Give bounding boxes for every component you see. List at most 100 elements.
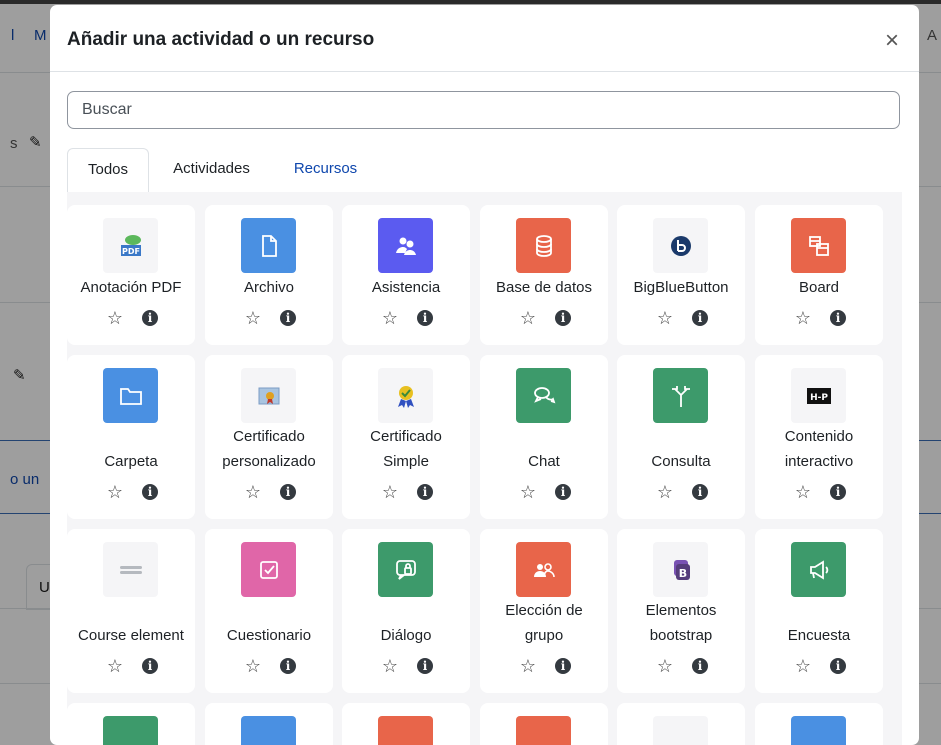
svg-text:H-P: H-P bbox=[810, 393, 828, 403]
info-icon[interactable]: i bbox=[555, 658, 571, 674]
activity-card[interactable] bbox=[617, 703, 745, 745]
activity-card[interactable] bbox=[205, 703, 333, 745]
info-icon[interactable]: i bbox=[417, 658, 433, 674]
activity-card[interactable]: B Elementos bootstrap ☆ i bbox=[617, 529, 745, 693]
star-icon[interactable]: ☆ bbox=[792, 481, 814, 503]
star-icon[interactable]: ☆ bbox=[104, 307, 126, 329]
activity-card-actions: ☆ i bbox=[617, 307, 745, 329]
activity-card-label-line: grupo bbox=[524, 627, 564, 644]
star-icon[interactable]: ☆ bbox=[242, 481, 264, 503]
activity-card[interactable]: Encuesta ☆ i bbox=[755, 529, 883, 693]
bigbluebutton-icon bbox=[653, 218, 708, 273]
info-icon[interactable]: i bbox=[280, 658, 296, 674]
activity-card[interactable]: Elección de grupo ☆ i bbox=[480, 529, 608, 693]
activity-card-label: Encuesta bbox=[787, 627, 851, 644]
info-icon[interactable]: i bbox=[142, 484, 158, 500]
activity-card[interactable]: Base de datos ☆ i bbox=[480, 205, 608, 345]
search-input[interactable] bbox=[67, 91, 900, 129]
info-icon[interactable]: i bbox=[142, 310, 158, 326]
activity-card-actions: ☆ i bbox=[205, 307, 333, 329]
star-icon[interactable]: ☆ bbox=[517, 307, 539, 329]
activity-card[interactable]: H-P Contenido interactivo ☆ i bbox=[755, 355, 883, 519]
info-icon[interactable]: i bbox=[280, 484, 296, 500]
activity-card-label-line: personalizado bbox=[222, 453, 316, 470]
activity-card-actions: ☆ i bbox=[617, 481, 745, 503]
database-icon bbox=[516, 218, 571, 273]
activity-card-actions: ☆ i bbox=[480, 481, 608, 503]
activity-card-actions: ☆ i bbox=[205, 481, 333, 503]
activity-card-actions: ☆ i bbox=[342, 655, 470, 677]
activity-card[interactable]: Certificado Simple ☆ i bbox=[342, 355, 470, 519]
activity-card-actions: ☆ i bbox=[755, 307, 883, 329]
activity-card[interactable]: Asistencia ☆ i bbox=[342, 205, 470, 345]
info-icon[interactable]: i bbox=[830, 484, 846, 500]
bootstrap-icon: B bbox=[653, 542, 708, 597]
activity-card-actions: ☆ i bbox=[617, 655, 745, 677]
activity-card[interactable]: Certificado personalizado ☆ i bbox=[205, 355, 333, 519]
activity-card[interactable]: Cuestionario ☆ i bbox=[205, 529, 333, 693]
h5p-icon: H-P bbox=[791, 368, 846, 423]
star-icon[interactable]: ☆ bbox=[654, 655, 676, 677]
info-icon[interactable]: i bbox=[830, 310, 846, 326]
activity-card-label-line: interactivo bbox=[784, 453, 854, 470]
activity-card-label: Anotación PDF bbox=[80, 279, 182, 296]
activity-card[interactable]: Archivo ☆ i bbox=[205, 205, 333, 345]
activity-card-label: BigBlueButton bbox=[633, 279, 729, 296]
activity-card[interactable] bbox=[67, 703, 195, 745]
star-icon[interactable]: ☆ bbox=[654, 307, 676, 329]
star-icon[interactable]: ☆ bbox=[379, 481, 401, 503]
star-icon[interactable]: ☆ bbox=[104, 481, 126, 503]
activity-card[interactable]: Diálogo ☆ i bbox=[342, 529, 470, 693]
activity-card[interactable]: BigBlueButton ☆ i bbox=[617, 205, 745, 345]
activity-card-actions: ☆ i bbox=[67, 481, 195, 503]
file-icon bbox=[241, 218, 296, 273]
info-icon[interactable]: i bbox=[692, 310, 708, 326]
activity-card-label: Diálogo bbox=[380, 627, 432, 644]
board-icon bbox=[791, 218, 846, 273]
activity-card[interactable]: Board ☆ i bbox=[755, 205, 883, 345]
activity-card[interactable] bbox=[755, 703, 883, 745]
activity-grid: PDF Anotación PDF ☆ i Archivo ☆ i Asistencia ☆ i B… bbox=[67, 192, 902, 745]
activity-icon bbox=[791, 716, 846, 745]
activity-card-label: Elementos bootstrap bbox=[621, 598, 741, 648]
activity-card-label: Chat bbox=[528, 453, 560, 470]
tab-recursos[interactable]: Recursos bbox=[274, 148, 377, 192]
info-icon[interactable]: i bbox=[280, 310, 296, 326]
info-icon[interactable]: i bbox=[692, 484, 708, 500]
star-icon[interactable]: ☆ bbox=[654, 481, 676, 503]
activity-card[interactable]: Chat ☆ i bbox=[480, 355, 608, 519]
tab-bar: Todos Actividades Recursos bbox=[67, 148, 902, 193]
info-icon[interactable]: i bbox=[555, 484, 571, 500]
star-icon[interactable]: ☆ bbox=[242, 307, 264, 329]
activity-card[interactable]: PDF Anotación PDF ☆ i bbox=[67, 205, 195, 345]
star-icon[interactable]: ☆ bbox=[379, 655, 401, 677]
star-icon[interactable]: ☆ bbox=[242, 655, 264, 677]
star-icon[interactable]: ☆ bbox=[104, 655, 126, 677]
activity-card[interactable]: Consulta ☆ i bbox=[617, 355, 745, 519]
activity-card[interactable]: Course element ☆ i bbox=[67, 529, 195, 693]
activity-card[interactable] bbox=[480, 703, 608, 745]
tab-todos[interactable]: Todos bbox=[67, 148, 149, 193]
activity-card-label: Certificado Simple bbox=[346, 424, 466, 474]
info-icon[interactable]: i bbox=[555, 310, 571, 326]
info-icon[interactable]: i bbox=[830, 658, 846, 674]
folder-icon bbox=[103, 368, 158, 423]
tab-actividades[interactable]: Actividades bbox=[149, 148, 274, 192]
activity-card[interactable]: Carpeta ☆ i bbox=[67, 355, 195, 519]
activity-card-label-line: Certificado bbox=[370, 428, 442, 445]
star-icon[interactable]: ☆ bbox=[517, 655, 539, 677]
activity-card-label: Carpeta bbox=[104, 453, 158, 470]
close-button[interactable]: × bbox=[885, 29, 899, 53]
star-icon[interactable]: ☆ bbox=[517, 481, 539, 503]
activity-card[interactable] bbox=[342, 703, 470, 745]
info-icon[interactable]: i bbox=[417, 310, 433, 326]
star-icon[interactable]: ☆ bbox=[379, 307, 401, 329]
attendance-icon bbox=[378, 218, 433, 273]
activity-card-label-line: Elección de bbox=[505, 602, 583, 619]
info-icon[interactable]: i bbox=[142, 658, 158, 674]
star-icon[interactable]: ☆ bbox=[792, 655, 814, 677]
activity-card-label: Consulta bbox=[651, 453, 711, 470]
info-icon[interactable]: i bbox=[692, 658, 708, 674]
star-icon[interactable]: ☆ bbox=[792, 307, 814, 329]
info-icon[interactable]: i bbox=[417, 484, 433, 500]
